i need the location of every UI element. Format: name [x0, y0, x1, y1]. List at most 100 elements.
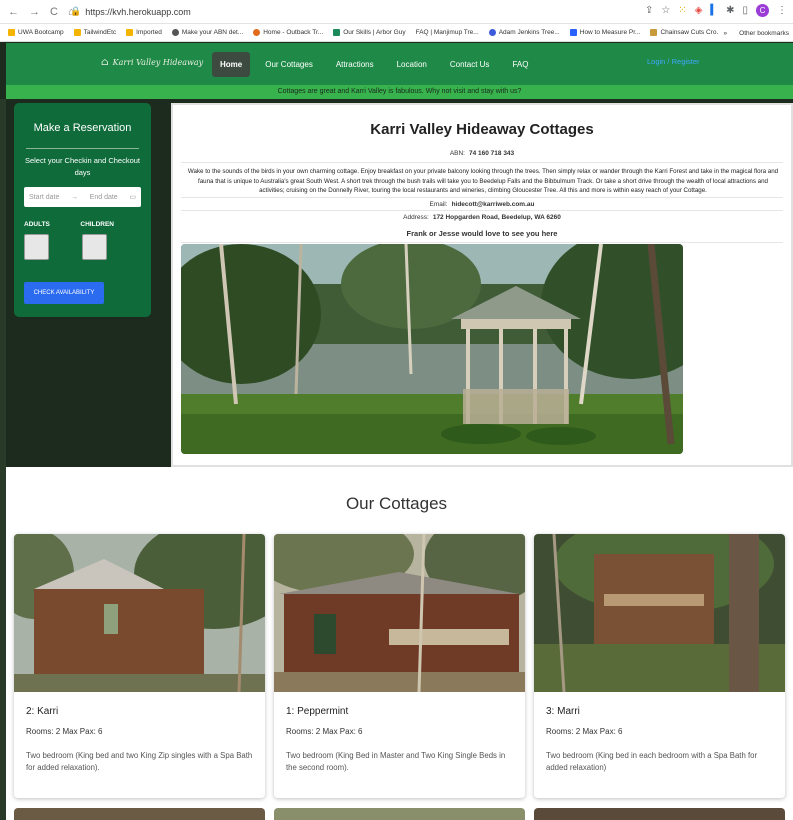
extension-grid-icon[interactable]: ⁙	[678, 5, 686, 16]
divider	[181, 162, 783, 163]
cottage-card-partial[interactable]	[274, 808, 525, 820]
bookmark-item[interactable]: Chainsaw Cuts Cro...	[650, 29, 722, 36]
nav-our-cottages[interactable]: Our Cottages	[257, 52, 321, 77]
bookmark-item[interactable]: Adam Jenkins Tree...	[488, 29, 560, 36]
browser-toolbar: ← → C ⌂ 🔒 https://kvh.herokuapp.com ⇪ ☆ …	[0, 0, 793, 24]
site-icon	[650, 29, 658, 36]
cottage-rooms: Rooms: 2 Max Pax: 6	[546, 727, 623, 736]
intro-section: Karri Valley Hideaway Cottages ABN: 74 16…	[171, 103, 793, 467]
folder-icon	[73, 29, 81, 36]
site-icon	[171, 29, 179, 36]
cottage-description: Two bedroom (King Bed in Master and Two …	[286, 751, 506, 772]
address-value: 172 Hopgarden Road, Beedelup, WA 6260	[432, 214, 561, 221]
bookmark-item[interactable]: Home - Outback Tr...	[253, 29, 323, 36]
address-field[interactable]: 🔒 https://kvh.herokuapp.com	[70, 6, 191, 17]
login-register-link[interactable]: Login / Register	[647, 57, 700, 66]
browser-nav: ← → C ⌂	[0, 6, 75, 18]
bookmarks-bar: UWA Bootcamp TailwindEtc Imported Make y…	[0, 24, 793, 42]
site-icon	[569, 29, 577, 36]
our-cottages-heading: Our Cottages	[345, 494, 448, 513]
url-text: https://kvh.herokuapp.com	[85, 6, 191, 17]
start-date-field[interactable]: Start date	[29, 194, 59, 201]
abn-line: ABN: 74 160 718 343	[449, 150, 515, 157]
site-icon	[333, 29, 341, 36]
divider	[26, 148, 139, 149]
cottage-photo	[274, 534, 525, 693]
site-logo[interactable]: ⌂ Karri Valley Hideaway	[101, 57, 203, 68]
cottage-card-partial[interactable]	[14, 808, 265, 820]
extension-bars-icon[interactable]: ▍	[710, 5, 718, 16]
arrow-right-icon: →	[71, 193, 79, 201]
site-icon	[488, 29, 496, 36]
bookmark-item[interactable]: How to Measure Pr...	[569, 29, 640, 36]
cottage-rooms: Rooms: 2 Max Pax: 6	[286, 727, 363, 736]
cottage-card-partial[interactable]	[534, 808, 785, 820]
adults-input[interactable]	[24, 234, 49, 260]
profile-avatar[interactable]: C	[756, 4, 769, 17]
end-date-field[interactable]: End date	[90, 194, 118, 201]
email-link[interactable]: hidecott@karriweb.com.au	[452, 201, 535, 208]
folder-icon	[126, 29, 134, 36]
nav-faq[interactable]: FAQ	[504, 52, 536, 77]
site-navbar: ⌂ Karri Valley Hideaway Home Our Cottages…	[6, 43, 793, 85]
cottage-rooms: Rooms: 2 Max Pax: 6	[26, 727, 103, 736]
nav-home[interactable]: Home	[212, 52, 251, 77]
sidebar-icon[interactable]: ▯	[742, 5, 748, 16]
bookmark-item[interactable]: FAQ | Manjimup Tre...	[416, 29, 479, 36]
forward-icon[interactable]: →	[29, 6, 40, 18]
cottage-card-marri[interactable]: 3: Marri Rooms: 2 Max Pax: 6 Two bedroom…	[534, 534, 785, 798]
chevron-right-icon: »	[723, 29, 728, 37]
address-line: Address: 172 Hopgarden Road, Beedelup, WA…	[403, 214, 561, 221]
bookmark-item[interactable]: Our Skills | Arbor Guy	[333, 29, 406, 36]
nav-contact-us[interactable]: Contact Us	[442, 52, 498, 77]
divider	[181, 197, 783, 198]
adults-label: ADULTS	[24, 221, 50, 228]
other-bookmarks[interactable]: » Other bookmarks	[717, 24, 789, 41]
menu-icon[interactable]: ⋮	[777, 5, 787, 16]
reservation-panel: Make a Reservation Select your Checkin a…	[14, 103, 151, 317]
email-line: Email: hidecott@karriweb.com.au	[429, 201, 535, 208]
cottage-card-peppermint[interactable]: 1: Peppermint Rooms: 2 Max Pax: 6 Two be…	[274, 534, 525, 798]
date-range-input[interactable]: Start date → End date ▭	[24, 187, 141, 207]
share-icon[interactable]: ⇪	[645, 5, 653, 16]
cottage-description: Two bedroom (King bed in each bedroom wi…	[546, 751, 758, 772]
cottage-name: 2: Karri	[26, 706, 59, 717]
extension-icon[interactable]: ◈	[695, 5, 703, 16]
divider	[181, 210, 783, 211]
page-title: Karri Valley Hideaway Cottages	[370, 121, 594, 138]
cottage-card-karri[interactable]: 2: Karri Rooms: 2 Max Pax: 6 Two bedroom…	[14, 534, 265, 798]
guest-labels: ADULTS CHILDREN	[24, 221, 114, 228]
tagline: Frank or Jesse would love to see you her…	[406, 229, 558, 238]
cottage-name: 3: Marri	[546, 706, 580, 717]
nav-location[interactable]: Location	[389, 52, 435, 77]
bookmark-item[interactable]: Imported	[126, 29, 162, 36]
children-input[interactable]	[82, 234, 107, 260]
divider	[181, 242, 783, 243]
hero-photo-gazebo	[181, 244, 683, 454]
gazebo-image	[181, 244, 683, 454]
back-icon[interactable]: ←	[8, 6, 19, 18]
site-icon	[253, 29, 261, 36]
abn-value: 74 160 718 343	[468, 150, 515, 157]
bookmark-item[interactable]: TailwindEtc	[73, 29, 116, 36]
intro-description: Wake to the sounds of the birds in your …	[187, 168, 779, 194]
calendar-icon[interactable]: ▭	[129, 193, 136, 201]
nav-attractions[interactable]: Attractions	[328, 52, 382, 77]
reload-icon[interactable]: C	[50, 6, 58, 18]
bookmark-item[interactable]: UWA Bootcamp	[8, 29, 64, 36]
puzzle-icon[interactable]: ✱	[726, 5, 734, 16]
cottage-icon: ⌂	[101, 57, 109, 68]
cottage-name: 1: Peppermint	[286, 706, 349, 717]
guest-inputs	[24, 234, 141, 260]
folder-icon	[8, 29, 15, 36]
reservation-title: Make a Reservation	[33, 122, 132, 134]
cottage-photo	[14, 534, 265, 693]
cottage-photo	[534, 534, 785, 693]
bookmark-item[interactable]: Make your ABN det...	[171, 29, 243, 36]
check-availability-button[interactable]: CHECK AVAILABILITY	[24, 282, 104, 304]
reservation-subtitle: Select your Checkin and Checkout days	[24, 156, 141, 177]
promo-banner: Cottages are great and Karri Valley is f…	[6, 85, 793, 99]
browser-actions: ⇪ ☆ ⁙ ◈ ▍ ✱ ▯ C ⋮	[645, 4, 787, 17]
cottage-description: Two bedroom (King bed and two King Zip s…	[26, 751, 253, 772]
star-icon[interactable]: ☆	[661, 5, 670, 16]
